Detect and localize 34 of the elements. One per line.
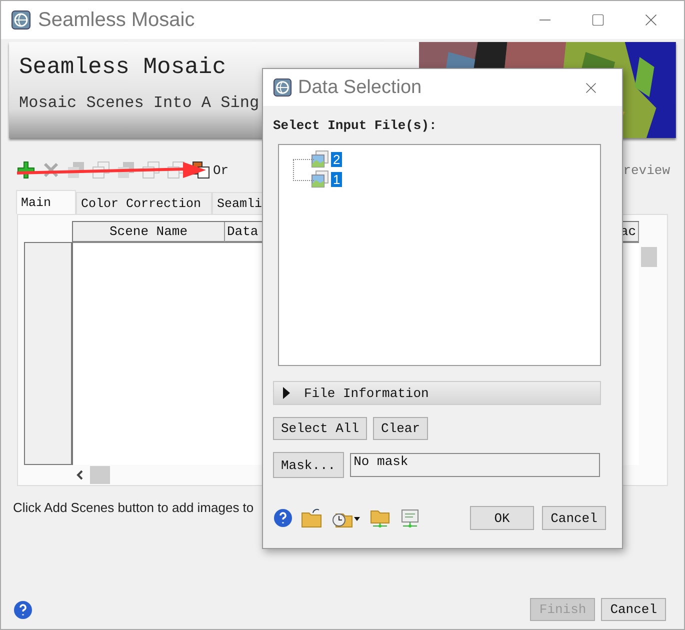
banner-subtitle: Mosaic Scenes Into A Sing [19, 94, 260, 112]
dialog-button[interactable]: OK [470, 506, 534, 530]
tab[interactable]: Color Correction [76, 192, 212, 214]
action-button[interactable]: Clear [373, 417, 428, 440]
scroll-thumb[interactable] [90, 466, 110, 484]
mask-button[interactable]: Mask... [273, 452, 344, 478]
file-information-section[interactable]: File Information [273, 381, 601, 405]
add-icon[interactable] [17, 161, 35, 179]
open-folder-icon[interactable] [301, 508, 323, 528]
action-button[interactable]: Select All [273, 417, 368, 440]
window-title: Seamless Mosaic [38, 8, 195, 32]
dialog-title: Data Selection [298, 76, 422, 98]
prompt-label: Select Input File(s): [273, 118, 438, 133]
mask-field[interactable]: No mask [350, 453, 600, 477]
file-item[interactable]: 1 [331, 172, 342, 186]
status-message: Click Add Scenes button to add images to [13, 500, 255, 515]
toolbar-label: Or [213, 162, 229, 178]
preview-label: review [623, 162, 670, 178]
expand-triangle-icon[interactable] [282, 387, 290, 399]
globe-app-icon [273, 78, 292, 97]
help-icon[interactable] [273, 508, 293, 528]
globe-app-icon [11, 10, 31, 30]
banner-title: Seamless Mosaic [19, 54, 228, 80]
wizard-button[interactable]: Cancel [601, 598, 666, 621]
dialog-button[interactable]: Cancel [542, 506, 606, 530]
network-screen-icon[interactable] [399, 508, 421, 528]
image-stack-icon [311, 170, 329, 188]
maximize-icon[interactable] [591, 13, 605, 27]
tab[interactable]: Main [16, 190, 76, 214]
tab[interactable]: Seamli [212, 192, 264, 214]
file-item[interactable]: 2 [331, 152, 342, 166]
image-stack-icon [311, 150, 329, 168]
network-folder-icon[interactable] [369, 508, 391, 528]
help-icon[interactable] [13, 600, 33, 620]
